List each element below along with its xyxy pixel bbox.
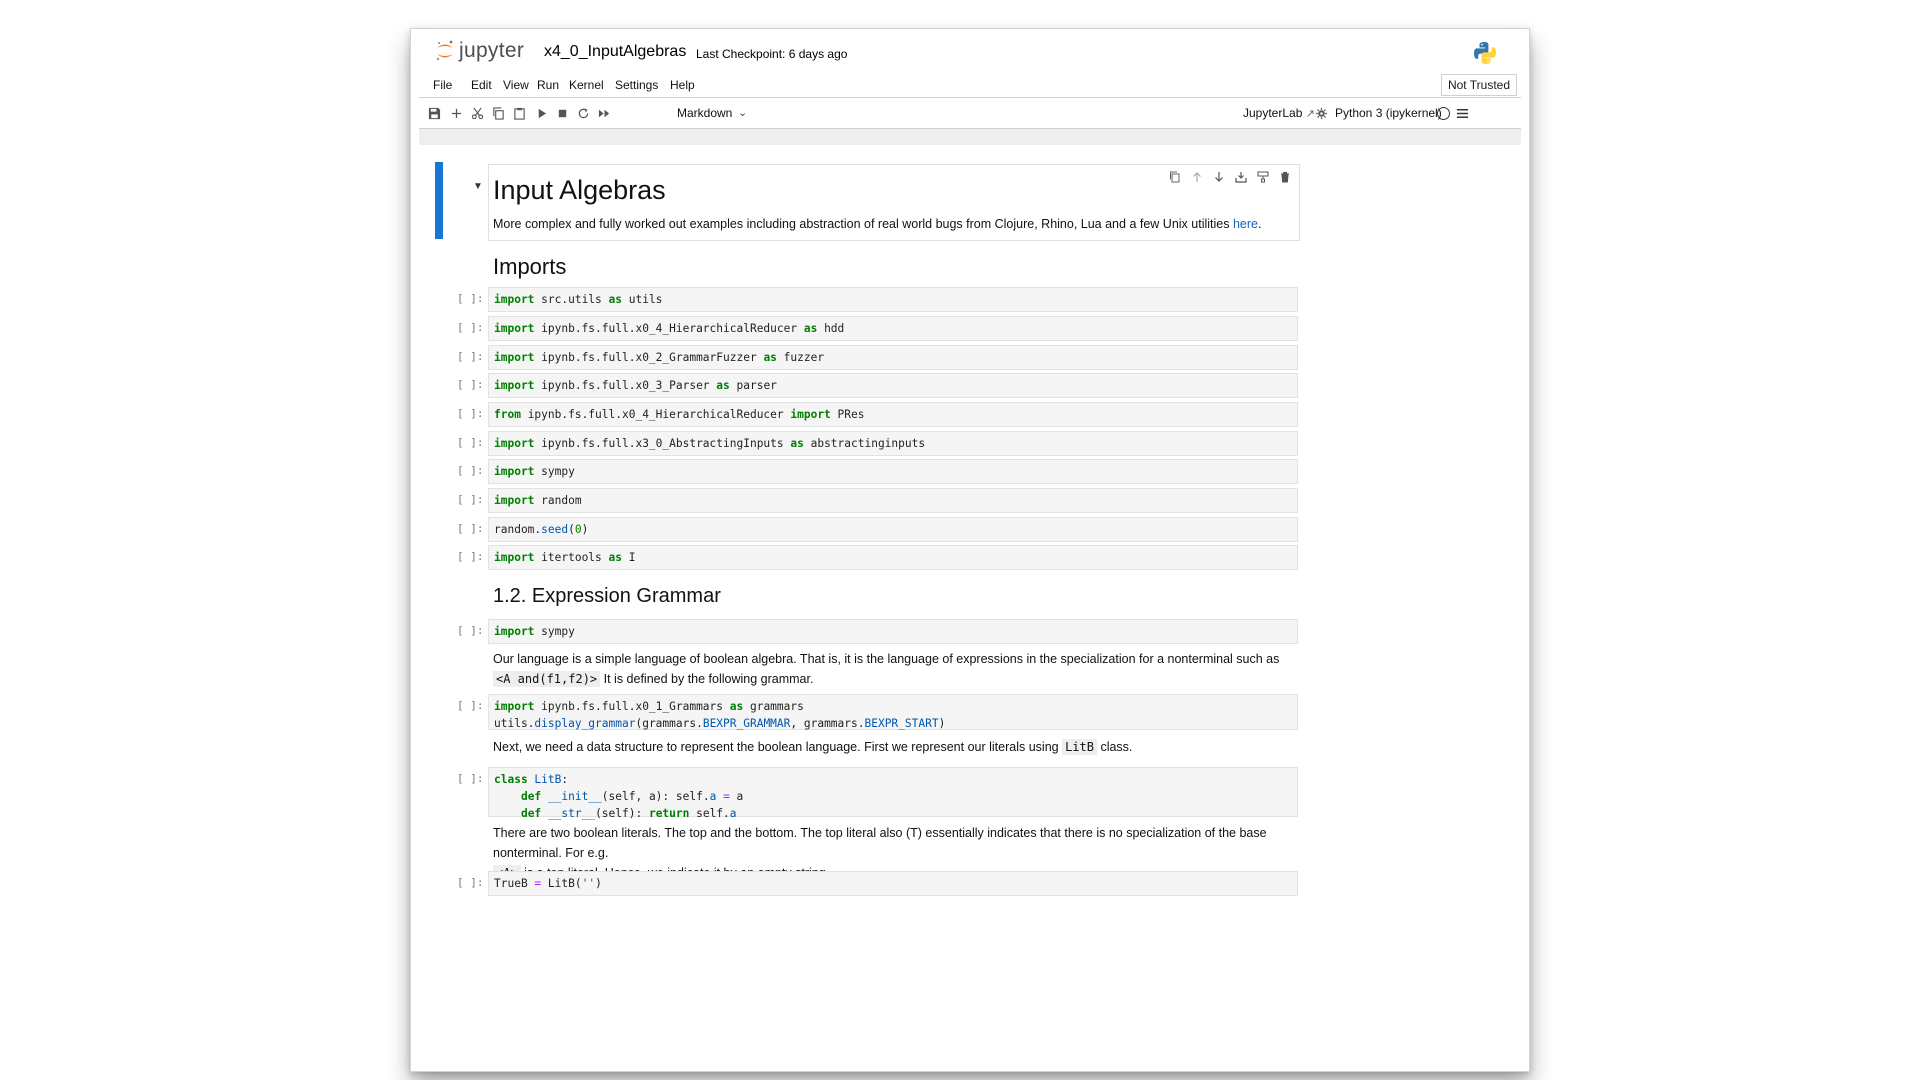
collapse-heading-icon[interactable]: ▼ xyxy=(473,181,483,192)
menu-view[interactable]: View xyxy=(503,78,529,92)
jupyter-logo[interactable]: jupyter xyxy=(435,39,524,63)
duplicate-cell-icon[interactable] xyxy=(1169,171,1181,183)
menu-file[interactable]: File xyxy=(433,78,452,92)
checkpoint-status: Last Checkpoint: 6 days ago xyxy=(696,47,848,61)
code-cell-9[interactable]: random.seed(0) xyxy=(488,517,1298,542)
cell-toolbar xyxy=(1169,171,1291,183)
code-cell-14[interactable]: TrueB = LitB('') xyxy=(488,871,1298,896)
menu-icon[interactable] xyxy=(1455,106,1469,120)
next-paragraph: Next, we need a data structure to repres… xyxy=(493,739,1133,755)
stop-icon[interactable] xyxy=(555,106,569,120)
jupyter-logo-icon xyxy=(436,40,453,61)
heading-expression-grammar: 1.2. Expression Grammar xyxy=(493,585,721,607)
add-cell-icon[interactable] xyxy=(449,106,463,120)
code-cell-3[interactable]: import ipynb.fs.full.x0_2_GrammarFuzzer … xyxy=(488,345,1298,370)
cut-icon[interactable] xyxy=(470,106,484,120)
code-cell-10[interactable]: import itertools as I xyxy=(488,545,1298,570)
code-cell-7[interactable]: import sympy xyxy=(488,459,1298,484)
kernel-name[interactable]: Python 3 (ipykernel) xyxy=(1335,106,1442,120)
code-cell-6[interactable]: import ipynb.fs.full.x3_0_AbstractingInp… xyxy=(488,431,1298,456)
cell-prompt: [ ]: xyxy=(457,699,484,712)
fast-forward-icon[interactable] xyxy=(597,106,611,120)
copy-icon[interactable] xyxy=(491,106,505,120)
jupyterlab-label: JupyterLab xyxy=(1243,106,1303,120)
cell-prompt: [ ]: xyxy=(457,550,484,563)
header: jupyter x4_0_InputAlgebras Last Checkpoi… xyxy=(411,29,1529,73)
cell-prompt: [ ]: xyxy=(457,876,484,889)
paste-icon[interactable] xyxy=(512,106,526,120)
insert-cell-icon[interactable] xyxy=(1235,171,1247,183)
move-down-icon[interactable] xyxy=(1213,171,1225,183)
code-cell-4[interactable]: import ipynb.fs.full.x0_3_Parser as pars… xyxy=(488,373,1298,398)
toolbar-divider xyxy=(419,129,1521,145)
heading-input-algebras: Input Algebras xyxy=(493,175,666,205)
code-cell-2[interactable]: import ipynb.fs.full.x0_4_HierarchicalRe… xyxy=(488,316,1298,341)
trust-status-button[interactable]: Not Trusted xyxy=(1440,74,1517,96)
code-cell-1[interactable]: import src.utils as utils xyxy=(488,287,1298,312)
cell-prompt: [ ]: xyxy=(457,350,484,363)
language-paragraph: Our language is a simple language of boo… xyxy=(493,652,1280,687)
menu-bar: File Edit View Run Kernel Settings Help … xyxy=(419,73,1521,98)
notebook-body: ▼ Input Algebras More complex and fully … xyxy=(423,147,1517,1071)
cell-type-select[interactable]: Markdown xyxy=(677,106,732,120)
code-cell-8[interactable]: import random xyxy=(488,488,1298,513)
inline-code: LitB xyxy=(1062,739,1097,755)
toolbar: Markdown ⌄ JupyterLab ↗ Python 3 (ipyker… xyxy=(419,98,1521,129)
intro-paragraph: More complex and fully worked out exampl… xyxy=(493,214,1293,234)
notebook-title[interactable]: x4_0_InputAlgebras xyxy=(544,43,686,61)
code-cell-13[interactable]: class LitB: def __init__(self, a): self.… xyxy=(488,767,1298,820)
format-icon[interactable] xyxy=(1257,171,1269,183)
menu-settings[interactable]: Settings xyxy=(615,78,658,92)
cell-prompt: [ ]: xyxy=(457,772,484,785)
gear-icon[interactable] xyxy=(1314,106,1328,120)
cell-prompt: [ ]: xyxy=(457,624,484,637)
restart-icon[interactable] xyxy=(576,106,590,120)
inline-code: <A and(f1,f2)> xyxy=(493,671,601,687)
menu-kernel[interactable]: Kernel xyxy=(569,78,604,92)
menu-help[interactable]: Help xyxy=(670,78,695,92)
cell-prompt: [ ]: xyxy=(457,321,484,334)
run-icon[interactable] xyxy=(534,106,548,120)
save-icon[interactable] xyxy=(427,106,441,120)
code-cell-5[interactable]: from ipynb.fs.full.x0_4_HierarchicalRedu… xyxy=(488,402,1298,427)
cell-prompt: [ ]: xyxy=(457,522,484,535)
code-cell-12[interactable]: import ipynb.fs.full.x0_1_Grammars as gr… xyxy=(488,694,1298,730)
open-jupyterlab-link[interactable]: JupyterLab ↗ xyxy=(1243,106,1315,120)
cell-prompt: [ ]: xyxy=(457,493,484,506)
delete-cell-icon[interactable] xyxy=(1279,171,1291,183)
heading-imports: Imports xyxy=(493,254,567,279)
intro-text: More complex and fully worked out exampl… xyxy=(493,217,1233,231)
here-link[interactable]: here xyxy=(1233,217,1258,231)
chevron-down-icon[interactable]: ⌄ xyxy=(738,106,747,119)
notebook-window: jupyter x4_0_InputAlgebras Last Checkpoi… xyxy=(410,28,1530,1072)
code-cell-11[interactable]: import sympy xyxy=(488,619,1298,644)
cell-prompt: [ ]: xyxy=(457,292,484,305)
kernel-status-icon xyxy=(1437,107,1450,120)
cell-prompt: [ ]: xyxy=(457,378,484,391)
menu-run[interactable]: Run xyxy=(537,78,559,92)
move-up-icon[interactable] xyxy=(1191,171,1203,183)
intro-period: . xyxy=(1257,217,1262,231)
python-logo-icon xyxy=(1474,42,1496,64)
cell-prompt: [ ]: xyxy=(457,436,484,449)
active-cell-indicator xyxy=(435,162,443,239)
jupyter-logo-text: jupyter xyxy=(459,39,525,62)
cell-prompt: [ ]: xyxy=(457,464,484,477)
cell-prompt: [ ]: xyxy=(457,407,484,420)
menu-edit[interactable]: Edit xyxy=(471,78,492,92)
